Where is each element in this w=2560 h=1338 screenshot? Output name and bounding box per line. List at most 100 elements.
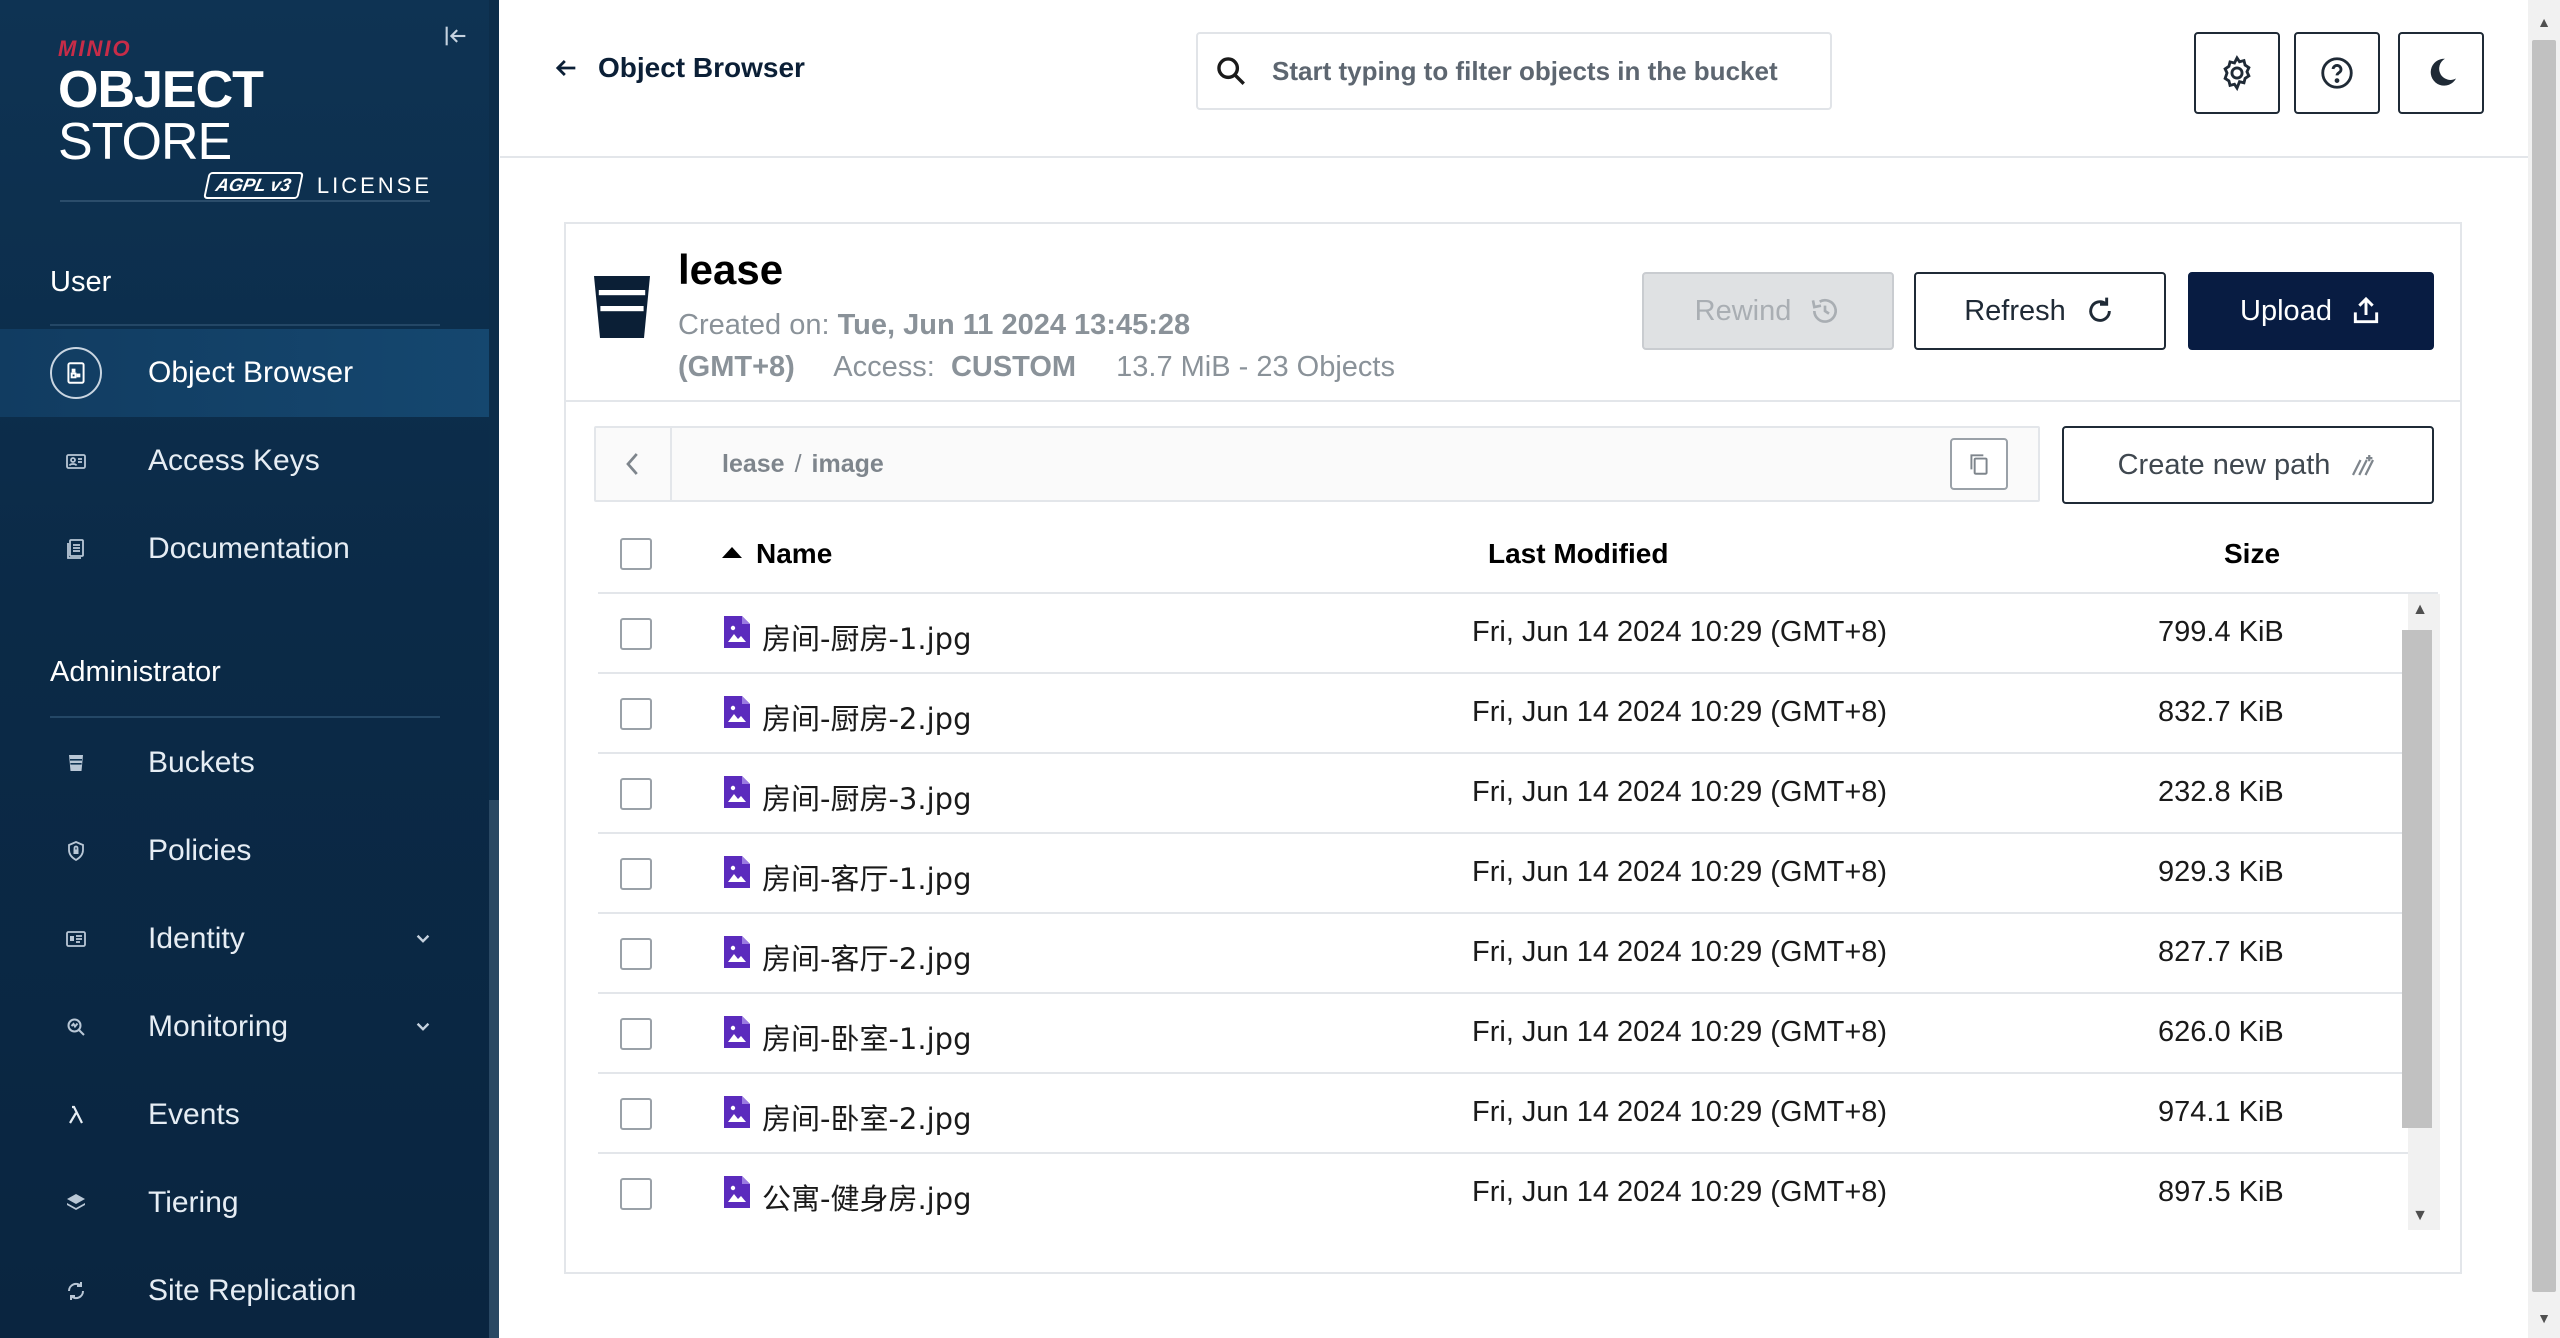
column-header-name[interactable]: Name xyxy=(722,538,832,570)
breadcrumb-folder[interactable]: image xyxy=(812,450,884,478)
object-name: 公寓-健身房.jpg xyxy=(762,1182,972,1216)
select-all-checkbox[interactable] xyxy=(620,538,652,570)
rewind-button[interactable]: Rewind xyxy=(1642,272,1894,350)
table-scrollbar[interactable] xyxy=(2402,630,2432,1128)
top-header: Object Browser xyxy=(500,0,2528,158)
section-title-administrator: Administrator xyxy=(50,656,221,688)
sidebar-item-documentation[interactable]: Documentation xyxy=(0,505,490,593)
scroll-down-arrow-icon[interactable]: ▼ xyxy=(2532,1306,2556,1330)
chevron-down-icon xyxy=(416,1022,430,1031)
sidebar-item-object-browser[interactable]: Object Browser xyxy=(0,329,490,417)
row-checkbox[interactable] xyxy=(620,858,652,890)
sidebar-item-label: Object Browser xyxy=(148,356,354,389)
table-header: Name Last Modified Size xyxy=(598,514,2438,594)
column-header-size[interactable]: Size xyxy=(2224,538,2280,570)
row-checkbox[interactable] xyxy=(620,1098,652,1130)
collapse-sidebar-icon xyxy=(445,26,466,46)
section-divider xyxy=(50,716,440,718)
table-row[interactable]: 房间-卧室-2.jpg Fri, Jun 14 2024 10:29 (GMT+… xyxy=(598,1074,2408,1154)
dark-mode-toggle[interactable] xyxy=(2398,32,2484,114)
breadcrumb-back-button[interactable] xyxy=(596,428,672,500)
policies-icon xyxy=(50,825,102,877)
sidebar-item-identity[interactable]: Identity xyxy=(0,895,490,983)
breadcrumb: lease / image xyxy=(594,426,2040,502)
row-checkbox[interactable] xyxy=(620,618,652,650)
table-scroll-up-icon[interactable]: ▲ xyxy=(2408,598,2432,622)
sidebar-item-tiering[interactable]: Tiering xyxy=(0,1159,490,1247)
gear-icon xyxy=(2223,55,2251,92)
object-last-modified: Fri, Jun 14 2024 10:29 (GMT+8) xyxy=(1472,1016,1888,1048)
sidebar-scrollbar-track xyxy=(489,0,499,800)
created-label: Created on: xyxy=(678,309,830,341)
bucket-icon xyxy=(594,276,650,338)
breadcrumb-separator: / xyxy=(794,450,802,478)
column-header-last-modified[interactable]: Last Modified xyxy=(1488,538,1668,570)
sidebar-item-label: Tiering xyxy=(148,1186,239,1219)
breadcrumb-bucket[interactable]: lease xyxy=(722,450,785,478)
refresh-label: Refresh xyxy=(1964,294,2066,327)
object-size: 827.7 KiB xyxy=(2158,936,2284,968)
image-file-icon xyxy=(724,856,750,888)
image-file-icon xyxy=(724,616,750,648)
bucket-metadata: Created on: Tue, Jun 11 2024 13:45:28 (G… xyxy=(678,304,1438,388)
table-row[interactable]: 房间-厨房-1.jpg Fri, Jun 14 2024 10:29 (GMT+… xyxy=(598,594,2408,674)
column-label: Name xyxy=(756,538,833,569)
scroll-up-arrow-icon[interactable]: ▲ xyxy=(2532,10,2556,34)
table-row[interactable]: 公寓-健身房.jpg Fri, Jun 14 2024 10:29 (GMT+8… xyxy=(598,1154,2408,1230)
create-new-path-button[interactable]: Create new path xyxy=(2062,426,2434,504)
object-size: 832.7 KiB xyxy=(2158,696,2284,728)
sidebar-item-label: Access Keys xyxy=(148,444,320,477)
row-checkbox[interactable] xyxy=(620,778,652,810)
object-size: 232.8 KiB xyxy=(2158,776,2284,808)
search-input[interactable] xyxy=(1270,54,1810,88)
search-icon xyxy=(1217,57,1245,85)
table-row[interactable]: 房间-厨房-2.jpg Fri, Jun 14 2024 10:29 (GMT+… xyxy=(598,674,2408,754)
upload-button[interactable]: Upload xyxy=(2188,272,2434,350)
section-title-user: User xyxy=(50,266,112,298)
row-checkbox[interactable] xyxy=(620,1018,652,1050)
table-row[interactable]: 房间-卧室-1.jpg Fri, Jun 14 2024 10:29 (GMT+… xyxy=(598,994,2408,1074)
sort-ascending-icon xyxy=(722,547,742,559)
object-name: 房间-厨房-2.jpg xyxy=(762,702,972,736)
row-checkbox[interactable] xyxy=(620,938,652,970)
access-label: Access: xyxy=(833,351,935,383)
table-row[interactable]: 房间-厨房-3.jpg Fri, Jun 14 2024 10:29 (GMT+… xyxy=(598,754,2408,834)
identity-icon xyxy=(50,913,102,965)
copy-path-button[interactable] xyxy=(1950,438,2008,490)
logo-title-bold: OBJECT xyxy=(58,61,264,119)
license-text: LICENSE xyxy=(316,172,432,198)
help-button[interactable] xyxy=(2294,32,2380,114)
page-scrollbar[interactable] xyxy=(2532,40,2556,1292)
sidebar-scrollbar[interactable] xyxy=(489,800,499,1338)
row-checkbox[interactable] xyxy=(620,698,652,730)
back-to-object-browser[interactable]: Object Browser xyxy=(552,52,805,84)
settings-button[interactable] xyxy=(2194,32,2280,114)
table-row[interactable]: 房间-客厅-1.jpg Fri, Jun 14 2024 10:29 (GMT+… xyxy=(598,834,2408,914)
image-file-icon xyxy=(724,936,750,968)
collapse-sidebar-button[interactable] xyxy=(440,22,472,54)
new-path-icon xyxy=(2352,455,2375,476)
sidebar-item-buckets[interactable]: Buckets xyxy=(0,719,490,807)
image-file-icon xyxy=(724,776,750,808)
created-value: Tue, Jun 11 2024 13:45:28 xyxy=(837,309,1191,341)
sidebar-item-label: Policies xyxy=(148,834,252,867)
refresh-icon xyxy=(2088,297,2111,322)
upload-icon xyxy=(2353,296,2379,324)
help-circle-icon xyxy=(2321,57,2353,89)
refresh-button[interactable]: Refresh xyxy=(1914,272,2166,350)
sidebar-item-site-replication[interactable]: Site Replication xyxy=(0,1247,490,1335)
object-list: 房间-厨房-1.jpg Fri, Jun 14 2024 10:29 (GMT+… xyxy=(598,594,2408,1230)
object-size: 929.3 KiB xyxy=(2158,856,2284,888)
table-row[interactable]: 房间-客厅-2.jpg Fri, Jun 14 2024 10:29 (GMT+… xyxy=(598,914,2408,994)
sidebar-item-monitoring[interactable]: Monitoring xyxy=(0,983,490,1071)
sidebar-item-label: Documentation xyxy=(148,532,350,565)
row-checkbox[interactable] xyxy=(620,1178,652,1210)
sidebar-item-policies[interactable]: Policies xyxy=(0,807,490,895)
logo-title-light: STORE xyxy=(58,113,232,171)
history-icon xyxy=(1812,298,1838,323)
sidebar-item-access-keys[interactable]: Access Keys xyxy=(0,417,490,505)
table-scroll-down-icon[interactable]: ▼ xyxy=(2408,1204,2432,1228)
sidebar-item-events[interactable]: Events xyxy=(0,1071,490,1159)
brand-divider xyxy=(60,200,430,202)
object-last-modified: Fri, Jun 14 2024 10:29 (GMT+8) xyxy=(1472,776,1888,808)
